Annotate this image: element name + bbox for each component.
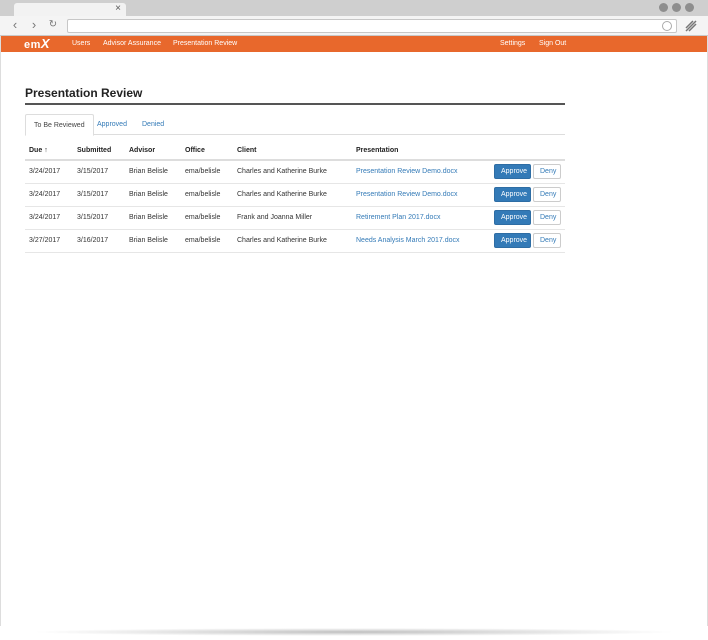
cell-office: ema/belisle <box>181 160 233 184</box>
nav-sign-out[interactable]: Sign Out <box>539 36 566 52</box>
cell-office: ema/belisle <box>181 206 233 230</box>
tab-approved[interactable]: Approved <box>89 114 135 135</box>
back-button[interactable]: ‹ <box>8 18 22 32</box>
approve-button[interactable]: Approve <box>494 164 531 180</box>
column-header-advisor: Advisor <box>125 142 181 161</box>
reload-button[interactable]: ↻ <box>46 18 60 32</box>
column-header-office: Office <box>181 142 233 161</box>
cell-due: 3/27/2017 <box>25 229 73 253</box>
cell-client: Charles and Katherine Burke <box>233 229 352 253</box>
column-header-due[interactable]: Due ↑ <box>25 142 73 161</box>
cell-client: Charles and Katherine Burke <box>233 183 352 207</box>
review-tabs: To Be Reviewed Approved Denied <box>25 114 565 136</box>
cell-submitted: 3/15/2017 <box>73 183 125 207</box>
table-row: 3/24/2017 3/15/2017 Brian Belisle ema/be… <box>25 183 565 207</box>
row-actions: Approve Deny <box>483 160 565 184</box>
presentation-link[interactable]: Presentation Review Demo.docx <box>352 183 483 207</box>
column-label-due: Due <box>29 147 43 154</box>
extension-icon[interactable] <box>684 19 698 33</box>
page-title: Presentation Review <box>25 86 143 100</box>
approve-button[interactable]: Approve <box>494 187 531 202</box>
presentation-link[interactable]: Retirement Plan 2017.docx <box>352 206 483 230</box>
presentation-link[interactable]: Needs Analysis March 2017.docx <box>352 229 483 253</box>
browser-toolbar: ‹ › ↻ <box>0 16 708 36</box>
browser-chrome: × ‹ › ↻ <box>0 0 708 36</box>
address-bar[interactable] <box>67 19 677 33</box>
cell-client: Frank and Joanna Miller <box>233 206 352 230</box>
globe-icon <box>662 21 672 31</box>
close-icon[interactable]: × <box>115 2 121 15</box>
nav-users[interactable]: Users <box>72 36 90 52</box>
close-window-button[interactable] <box>685 3 694 12</box>
tab-denied[interactable]: Denied <box>134 114 172 135</box>
window-controls <box>659 3 694 12</box>
maximize-button[interactable] <box>672 3 681 12</box>
approve-button[interactable]: Approve <box>494 233 531 248</box>
row-actions: Approve Deny <box>483 206 565 230</box>
deny-button[interactable]: Deny <box>533 164 561 180</box>
cell-submitted: 3/16/2017 <box>73 229 125 253</box>
presentation-link[interactable]: Presentation Review Demo.docx <box>352 160 483 184</box>
deny-button[interactable]: Deny <box>533 187 561 202</box>
browser-tab[interactable]: × <box>14 3 126 16</box>
approve-button[interactable]: Approve <box>494 210 531 225</box>
forward-button[interactable]: › <box>27 18 41 32</box>
tab-to-be-reviewed[interactable]: To Be Reviewed <box>25 114 94 136</box>
emx-logo[interactable]: emX <box>24 36 50 52</box>
cell-office: ema/belisle <box>181 229 233 253</box>
sort-arrow-icon: ↑ <box>44 147 48 154</box>
cell-due: 3/24/2017 <box>25 160 73 184</box>
cell-office: ema/belisle <box>181 183 233 207</box>
app-navbar: emX Users Advisor Assurance Presentation… <box>0 36 708 52</box>
minimize-button[interactable] <box>659 3 668 12</box>
column-header-client: Client <box>233 142 352 161</box>
row-actions: Approve Deny <box>483 229 565 253</box>
deny-button[interactable]: Deny <box>533 210 561 225</box>
title-divider <box>25 103 565 105</box>
cell-client: Charles and Katherine Burke <box>233 160 352 184</box>
window-shadow <box>30 628 678 636</box>
table-row: 3/24/2017 3/15/2017 Brian Belisle ema/be… <box>25 160 565 184</box>
browser-tabstrip: × <box>0 0 708 16</box>
column-header-submitted: Submitted <box>73 142 125 161</box>
table-row: 3/24/2017 3/15/2017 Brian Belisle ema/be… <box>25 206 565 230</box>
cell-due: 3/24/2017 <box>25 206 73 230</box>
table-row: 3/27/2017 3/16/2017 Brian Belisle ema/be… <box>25 229 565 253</box>
nav-settings[interactable]: Settings <box>500 36 525 52</box>
deny-button[interactable]: Deny <box>533 233 561 248</box>
cell-advisor: Brian Belisle <box>125 183 181 207</box>
nav-advisor-assurance[interactable]: Advisor Assurance <box>103 36 161 52</box>
column-header-actions <box>483 142 565 161</box>
column-header-presentation: Presentation <box>352 142 483 161</box>
cell-advisor: Brian Belisle <box>125 160 181 184</box>
row-actions: Approve Deny <box>483 183 565 207</box>
review-table: Due ↑ Submitted Advisor Office Client Pr… <box>25 142 565 253</box>
logo-x: X <box>40 36 51 51</box>
cell-submitted: 3/15/2017 <box>73 206 125 230</box>
cell-submitted: 3/15/2017 <box>73 160 125 184</box>
nav-presentation-review[interactable]: Presentation Review <box>173 36 237 52</box>
cell-due: 3/24/2017 <box>25 183 73 207</box>
cell-advisor: Brian Belisle <box>125 229 181 253</box>
table-header-row: Due ↑ Submitted Advisor Office Client Pr… <box>25 142 565 161</box>
logo-text: em <box>24 39 41 51</box>
cell-advisor: Brian Belisle <box>125 206 181 230</box>
